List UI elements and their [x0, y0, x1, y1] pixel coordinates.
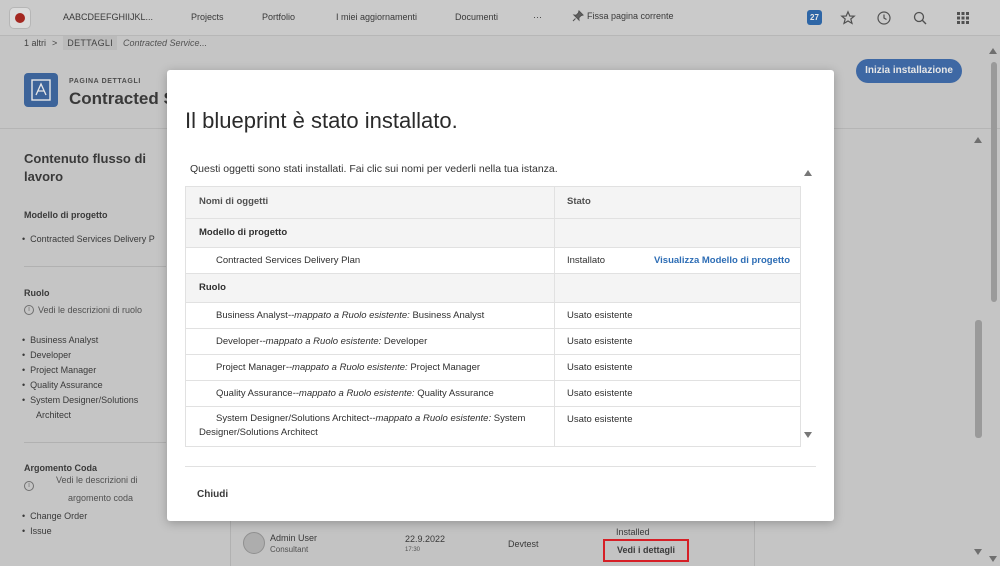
object-status: Usato esistente — [567, 414, 633, 425]
object-status: Usato esistente — [567, 362, 633, 373]
column-header-object-name: Nomi di oggetti — [186, 187, 555, 218]
object-name[interactable]: System Designer/Solutions Architect--map… — [186, 407, 555, 446]
object-name[interactable]: Project Manager--mappato a Ruolo esisten… — [186, 355, 555, 380]
object-name[interactable]: Contracted Services Delivery Plan — [186, 248, 555, 273]
object-name[interactable]: Quality Assurance--mappato a Ruolo esist… — [186, 381, 555, 406]
table-row: Business Analyst--mappato a Ruolo esiste… — [186, 302, 800, 328]
object-status: Usato esistente — [567, 336, 633, 347]
group-label-role: Ruolo — [186, 274, 555, 302]
installed-objects-table: Nomi di oggetti Stato Modello di progett… — [185, 186, 801, 447]
dialog-description: Questi oggetti sono stati installati. Fa… — [190, 163, 558, 175]
object-status: Usato esistente — [567, 388, 633, 399]
object-status: Installato — [567, 255, 606, 266]
object-name[interactable]: Business Analyst--mappato a Ruolo esiste… — [186, 303, 555, 328]
table-row: Project Manager--mappato a Ruolo esisten… — [186, 354, 800, 380]
group-label-template: Modello di progetto — [186, 219, 555, 247]
table-scroll-down-arrow[interactable] — [804, 432, 812, 438]
table-group-row: Ruolo — [186, 273, 800, 302]
object-status: Usato esistente — [567, 310, 633, 321]
close-button[interactable]: Chiudi — [197, 489, 228, 500]
dialog-footer-divider — [185, 466, 816, 467]
table-group-row: Modello di progetto — [186, 218, 800, 247]
table-header: Nomi di oggetti Stato — [186, 187, 800, 218]
blueprint-installed-dialog: Il blueprint è stato installato. Questi … — [167, 70, 834, 521]
view-details-button[interactable]: Vedi i dettagli — [603, 539, 689, 562]
object-name[interactable]: Developer--mappato a Ruolo esistente: De… — [186, 329, 555, 354]
table-scroll-up-arrow[interactable] — [804, 170, 812, 176]
dialog-title: Il blueprint è stato installato. — [185, 108, 458, 133]
column-header-status: Stato — [567, 196, 591, 207]
view-project-template-link[interactable]: Visualizza Modello di progetto — [654, 248, 790, 273]
table-row: Developer--mappato a Ruolo esistente: De… — [186, 328, 800, 354]
table-row: System Designer/Solutions Architect--map… — [186, 406, 800, 446]
table-row: Quality Assurance--mappato a Ruolo esist… — [186, 380, 800, 406]
table-row: Contracted Services Delivery Plan Instal… — [186, 247, 800, 273]
